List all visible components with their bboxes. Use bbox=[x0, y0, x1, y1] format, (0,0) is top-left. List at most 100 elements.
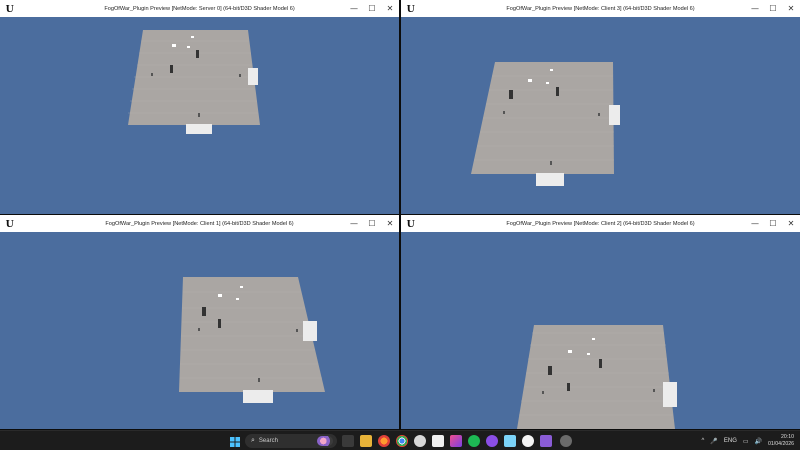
character bbox=[550, 161, 552, 165]
window-title: FogOfWar_Plugin Preview [NetMode: Client… bbox=[506, 5, 695, 12]
close-button[interactable]: ✕ bbox=[381, 0, 399, 17]
character bbox=[198, 328, 200, 331]
white-block bbox=[303, 321, 317, 341]
minimize-button[interactable]: — bbox=[746, 215, 764, 232]
character bbox=[296, 329, 298, 332]
character bbox=[503, 111, 505, 114]
window-title: FogOfWar_Plugin Preview [NetMode: Client… bbox=[506, 220, 695, 227]
white-block bbox=[243, 390, 273, 403]
spotify-icon[interactable] bbox=[468, 435, 480, 447]
visual-studio-icon[interactable] bbox=[540, 435, 552, 447]
pillar bbox=[556, 87, 559, 96]
github-icon[interactable] bbox=[560, 435, 572, 447]
titlebar[interactable]: U FogOfWar_Plugin Preview [NetMode: Clie… bbox=[401, 0, 800, 17]
small-cube bbox=[218, 294, 222, 297]
clock-time: 20:10 bbox=[781, 434, 794, 440]
system-tray: ^ 🎤 ENG ▭ 🔊 20:10 01/04/2026 bbox=[702, 431, 800, 450]
taskbar: ⌕ Search ^ 🎤 ENG ▭ 🔊 20:10 01/04/2026 bbox=[0, 430, 800, 450]
character bbox=[258, 378, 260, 382]
tray-chevron-icon[interactable]: ^ bbox=[702, 438, 705, 444]
pillar bbox=[218, 319, 221, 328]
character bbox=[239, 74, 241, 77]
magnifier-icon: ⌕ bbox=[251, 437, 255, 444]
steam-icon[interactable] bbox=[504, 435, 516, 447]
file-explorer-icon[interactable] bbox=[360, 435, 372, 447]
character bbox=[198, 113, 200, 117]
small-cube bbox=[592, 338, 595, 340]
window-client-3[interactable]: U FogOfWar_Plugin Preview [NetMode: Clie… bbox=[401, 0, 800, 214]
unreal-logo-icon: U bbox=[3, 218, 15, 230]
white-block bbox=[248, 68, 258, 85]
unreal-logo-icon: U bbox=[404, 218, 416, 230]
minimize-button[interactable]: — bbox=[345, 0, 363, 17]
pillar bbox=[196, 50, 199, 58]
game-viewport[interactable] bbox=[401, 17, 800, 214]
pillar bbox=[548, 366, 552, 375]
notion-icon[interactable] bbox=[432, 435, 444, 447]
task-view-icon[interactable] bbox=[342, 435, 354, 447]
svg-text:U: U bbox=[406, 219, 414, 229]
display-icon[interactable]: ▭ bbox=[743, 438, 749, 445]
svg-text:U: U bbox=[406, 4, 414, 14]
small-cube bbox=[587, 353, 590, 355]
floor-plane bbox=[517, 325, 675, 429]
white-block bbox=[536, 173, 564, 186]
pillar bbox=[599, 359, 602, 368]
character bbox=[653, 389, 655, 392]
window-client-2[interactable]: U FogOfWar_Plugin Preview [NetMode: Clie… bbox=[401, 215, 800, 429]
white-block bbox=[663, 382, 677, 407]
maximize-button[interactable]: ☐ bbox=[764, 215, 782, 232]
small-cube bbox=[568, 350, 572, 353]
close-button[interactable]: ✕ bbox=[381, 215, 399, 232]
maximize-button[interactable]: ☐ bbox=[363, 215, 381, 232]
microphone-icon[interactable]: 🎤 bbox=[710, 438, 717, 445]
close-button[interactable]: ✕ bbox=[782, 215, 800, 232]
minimize-button[interactable]: — bbox=[345, 215, 363, 232]
proton-icon[interactable] bbox=[486, 435, 498, 447]
small-cube bbox=[528, 79, 532, 82]
minimize-button[interactable]: — bbox=[746, 0, 764, 17]
window-server-0[interactable]: U FogOfWar_Plugin Preview [NetMode: Serv… bbox=[0, 0, 399, 214]
search-highlight-icon bbox=[317, 436, 333, 446]
white-block bbox=[186, 124, 212, 134]
maximize-button[interactable]: ☐ bbox=[764, 0, 782, 17]
titlebar[interactable]: U FogOfWar_Plugin Preview [NetMode: Serv… bbox=[0, 0, 399, 17]
close-button[interactable]: ✕ bbox=[782, 0, 800, 17]
unreal-logo-icon: U bbox=[404, 3, 416, 15]
search-input[interactable]: ⌕ Search bbox=[245, 434, 337, 448]
small-cube bbox=[550, 69, 553, 71]
windows-start-icon[interactable] bbox=[229, 435, 241, 447]
volume-icon[interactable]: 🔊 bbox=[755, 438, 762, 445]
floor-plane bbox=[128, 30, 260, 125]
character bbox=[542, 391, 544, 394]
pillar bbox=[509, 90, 513, 99]
app-notification-icon[interactable] bbox=[414, 435, 426, 447]
language-indicator[interactable]: ENG bbox=[724, 438, 737, 444]
titlebar[interactable]: U FogOfWar_Plugin Preview [NetMode: Clie… bbox=[401, 215, 800, 232]
maximize-button[interactable]: ☐ bbox=[363, 0, 381, 17]
character bbox=[598, 113, 600, 116]
small-cube bbox=[191, 36, 194, 38]
game-viewport[interactable] bbox=[0, 17, 399, 214]
game-viewport[interactable] bbox=[401, 232, 800, 429]
unreal-engine-icon[interactable] bbox=[522, 435, 534, 447]
unreal-logo-icon: U bbox=[3, 3, 15, 15]
jetbrains-rider-icon[interactable] bbox=[450, 435, 462, 447]
small-cube bbox=[187, 46, 190, 48]
small-cube bbox=[546, 82, 549, 84]
svg-text:U: U bbox=[5, 219, 13, 229]
white-block bbox=[609, 105, 620, 125]
search-placeholder: Search bbox=[258, 438, 278, 444]
pillar bbox=[567, 383, 570, 391]
pillar bbox=[202, 307, 206, 316]
firefox-icon[interactable] bbox=[378, 435, 390, 447]
window-client-1[interactable]: U FogOfWar_Plugin Preview [NetMode: Clie… bbox=[0, 215, 399, 429]
game-viewport[interactable] bbox=[0, 232, 399, 429]
window-title: FogOfWar_Plugin Preview [NetMode: Client… bbox=[105, 220, 294, 227]
window-title: FogOfWar_Plugin Preview [NetMode: Server… bbox=[104, 5, 295, 12]
small-cube bbox=[172, 44, 176, 47]
titlebar[interactable]: U FogOfWar_Plugin Preview [NetMode: Clie… bbox=[0, 215, 399, 232]
chrome-icon[interactable] bbox=[396, 435, 408, 447]
clock[interactable]: 20:10 01/04/2026 bbox=[768, 434, 794, 448]
clock-date: 01/04/2026 bbox=[768, 441, 794, 447]
